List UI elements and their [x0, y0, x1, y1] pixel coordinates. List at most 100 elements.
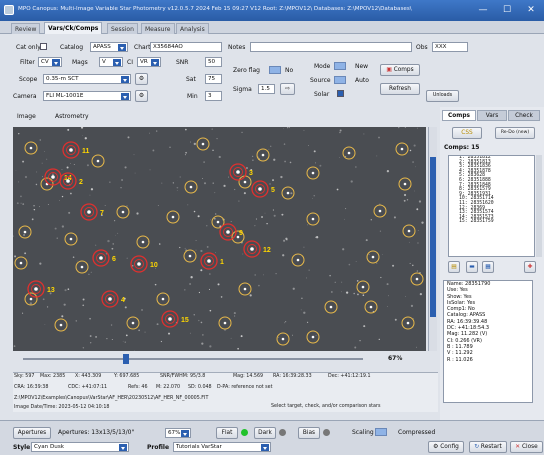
image-vscroll-thumb[interactable] [430, 157, 436, 317]
scope-select[interactable]: 0.35-m SCT [43, 74, 131, 84]
delete-icon[interactable]: ✚ [524, 261, 536, 273]
save-icon[interactable]: ▦ [482, 261, 494, 273]
zoom-select[interactable]: 67% [165, 428, 191, 438]
tab-analysis[interactable]: Analysis [176, 23, 209, 34]
zoom-thumb[interactable] [123, 354, 129, 364]
min-field[interactable]: 3 [205, 91, 222, 101]
tab-comps[interactable]: Comps [442, 110, 476, 121]
refresh-button[interactable]: Refresh [380, 83, 420, 95]
sigma-apply-button[interactable]: ⇨ [280, 83, 295, 95]
tab-check[interactable]: Check [508, 110, 540, 121]
flat-button[interactable]: Flat [216, 427, 238, 439]
astrometry-tab[interactable]: Astrometry [55, 113, 89, 120]
mags-select[interactable]: V [99, 57, 123, 67]
dark-button[interactable]: Dark [254, 427, 276, 439]
solar-label: Solar [314, 91, 330, 98]
scaling-toggle[interactable] [375, 428, 387, 436]
snr-field[interactable]: 50 [205, 57, 222, 67]
background-star [367, 307, 369, 309]
sat-field[interactable]: 75 [205, 74, 222, 84]
maximize-button[interactable]: ☐ [496, 3, 518, 18]
tab-review[interactable]: Review [11, 23, 41, 34]
background-star [68, 211, 71, 214]
cat-only-checkbox[interactable] [40, 43, 47, 50]
close-window-button[interactable]: ✕ [520, 3, 542, 18]
tab-measure[interactable]: Measure [141, 23, 175, 34]
background-star [89, 317, 91, 320]
background-star [339, 131, 341, 134]
star-core [80, 265, 84, 269]
background-star [419, 293, 422, 296]
zoom-slider[interactable] [13, 354, 426, 364]
catalog-select[interactable]: APASS [90, 42, 128, 52]
chevron-down-icon [261, 444, 269, 451]
restart-button[interactable]: ↻ Restart [469, 441, 507, 453]
background-star [201, 334, 204, 336]
comps-button-label: Comps [393, 67, 414, 73]
filter-select[interactable]: CV [38, 57, 62, 67]
status-dpa: D-PA: reference not set [217, 385, 273, 390]
comp-star-label: 5 [271, 187, 275, 194]
comps-list[interactable]: 1: 28351812 2: 28351813 3: 28351836 4: 2835… [448, 155, 535, 257]
background-star [405, 295, 406, 297]
background-star [193, 210, 196, 213]
comp-list-item[interactable]: 15: 28351759 [449, 220, 534, 225]
star-core [216, 220, 220, 224]
source-toggle[interactable] [334, 76, 346, 84]
comps-button[interactable]: ▣ Comps [380, 64, 420, 76]
chart-field[interactable]: X35684AO [150, 42, 222, 52]
sigma-field[interactable]: 1.5 [258, 84, 275, 94]
mags-value: V [102, 59, 106, 65]
star-core [29, 297, 33, 301]
obs-field[interactable]: XXX [432, 42, 468, 52]
chart-label: Chart [134, 44, 151, 51]
background-star [275, 273, 277, 275]
style-value: Cyan Dusk [34, 444, 64, 450]
close-button-label: Close [521, 444, 538, 450]
background-star [212, 182, 214, 184]
scope-settings-button[interactable]: ⚙ [135, 73, 148, 85]
folder-icon[interactable]: ▤ [448, 261, 460, 273]
tab-vars[interactable]: Vars [477, 110, 507, 121]
star-field[interactable]: 11142357912610 113415 [13, 127, 426, 351]
notes-field[interactable] [250, 42, 412, 52]
tab-session[interactable]: Session [107, 23, 138, 34]
profile-select[interactable]: Tutorials VarStar [173, 442, 271, 452]
background-star [46, 306, 49, 308]
minimize-button[interactable]: — [472, 3, 494, 18]
tab-vars-ck-comps[interactable]: Vars/Ck/Comps [44, 22, 103, 34]
apertures-button[interactable]: Apertures [13, 427, 51, 439]
status-refs: Refs: 46 [128, 385, 148, 390]
chevron-down-icon [113, 59, 121, 66]
background-star [117, 232, 119, 234]
chart-icon[interactable]: ▬ [466, 261, 478, 273]
background-star [15, 170, 17, 171]
scope-value: 0.35-m SCT [46, 76, 79, 82]
unloads-button[interactable]: Unloads [426, 90, 459, 102]
camera-select[interactable]: FLI ML-1001E [43, 91, 131, 101]
comps-list-scroll[interactable] [536, 155, 542, 257]
zero-flag-toggle[interactable] [269, 66, 281, 74]
bias-button[interactable]: Bias [298, 427, 320, 439]
image-tab[interactable]: Image [17, 113, 36, 120]
background-star [24, 175, 28, 179]
background-star [212, 149, 214, 152]
camera-settings-button[interactable]: ⚙ [135, 90, 148, 102]
solar-checkbox[interactable] [337, 90, 344, 97]
background-star [403, 193, 407, 197]
fits-image-view[interactable]: 11 14 2 3 5 7 9 12 6 10 1 13 4 15 [13, 127, 426, 351]
close-button[interactable]: ✕ Close [510, 441, 543, 453]
background-star [209, 309, 212, 312]
style-select[interactable]: Cyan Dusk [31, 442, 129, 452]
ci-select[interactable]: VR [137, 57, 161, 67]
redo-new-button[interactable]: Re-Do (new) [495, 127, 535, 139]
config-button[interactable]: ⚙ Config [428, 441, 464, 453]
background-star [111, 247, 114, 250]
image-vscroll[interactable] [428, 127, 437, 351]
star-info-list[interactable]: Name: 28351790 Use: Yes Show: Yes IsSolar: … [443, 280, 533, 403]
background-star [80, 127, 84, 129]
css-button[interactable]: CSS [452, 127, 482, 139]
mode-toggle[interactable] [334, 62, 346, 70]
star-core [29, 146, 33, 150]
status-dec: Dec: +41:12:19.1 [328, 374, 371, 379]
